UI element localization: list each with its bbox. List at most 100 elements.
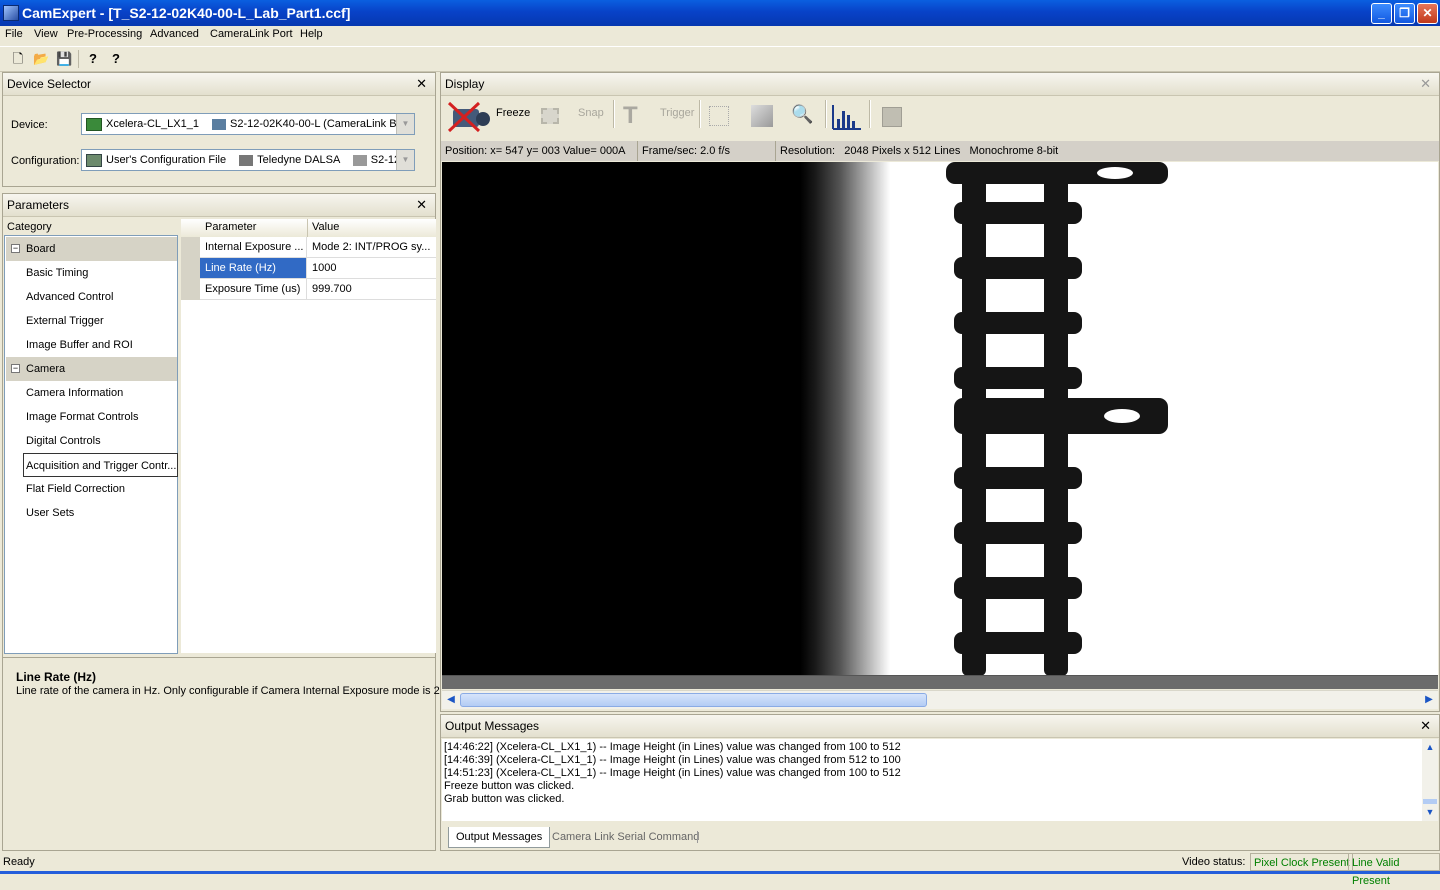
- image-view[interactable]: [442, 162, 1438, 676]
- category-camera[interactable]: − Camera: [6, 357, 177, 381]
- category-board[interactable]: − Board: [6, 237, 177, 261]
- menu-pre-processing[interactable]: Pre-Processing: [67, 28, 142, 40]
- log-line: Grab button was clicked.: [444, 793, 565, 805]
- toolbar-separator: [825, 100, 827, 128]
- tab-output-messages[interactable]: Output Messages: [448, 827, 551, 848]
- stop-icon[interactable]: [882, 107, 902, 127]
- pixel-clock-status: Pixel Clock Present: [1250, 853, 1354, 871]
- row-gutter: [181, 237, 200, 258]
- open-icon[interactable]: 📂: [33, 51, 49, 67]
- category-label: Advanced Control: [26, 291, 114, 303]
- output-log[interactable]: [14:46:22] (Xcelera-CL_LX1_1) -- Image H…: [442, 739, 1438, 821]
- new-icon[interactable]: 🗋: [10, 51, 26, 67]
- close-icon[interactable]: ✕: [416, 198, 427, 211]
- snap-button[interactable]: Snap: [578, 107, 604, 119]
- window-title: CamExpert - [T_S2-12-02K40-00-L_Lab_Part…: [22, 5, 351, 21]
- image-unused-area: [442, 676, 1438, 689]
- close-icon[interactable]: ✕: [1420, 719, 1431, 732]
- tab-camera-link-serial-command[interactable]: Camera Link Serial Command: [552, 827, 699, 847]
- scroll-down-icon[interactable]: ▼: [1423, 805, 1437, 819]
- category-acquisition-trigger[interactable]: Acquisition and Trigger Contr...: [23, 453, 178, 477]
- title-bar: CamExpert - [T_S2-12-02K40-00-L_Lab_Part…: [0, 0, 1440, 26]
- context-help-icon[interactable]: ?: [108, 51, 124, 67]
- toolbar-separator: [613, 100, 615, 128]
- config-file-icon: [86, 153, 102, 167]
- category-label: Image Format Controls: [26, 411, 139, 423]
- category-basic-timing[interactable]: Basic Timing: [6, 261, 177, 285]
- device-board: Xcelera-CL_LX1_1: [106, 118, 199, 130]
- scroll-up-icon[interactable]: ▲: [1423, 740, 1437, 754]
- grid-row-internal-exposure[interactable]: Internal Exposure ... Mode 2: INT/PROG sy…: [181, 237, 436, 258]
- close-button[interactable]: ✕: [1417, 3, 1438, 24]
- save-icon[interactable]: 💾: [56, 51, 72, 67]
- output-tabs: Output Messages Camera Link Serial Comma…: [441, 825, 1439, 850]
- device-camera: S2-12-02K40-00-L (CameraLink Ba: [230, 118, 403, 130]
- category-list: − Board Basic Timing Advanced Control Ext…: [4, 235, 178, 654]
- param-value[interactable]: Mode 2: INT/PROG sy...: [308, 237, 435, 257]
- category-label: Board: [26, 243, 56, 255]
- log-line: [14:46:39] (Xcelera-CL_LX1_1) -- Image H…: [444, 754, 901, 766]
- param-name: Internal Exposure ...: [200, 237, 307, 257]
- scroll-thumb[interactable]: [1423, 799, 1437, 804]
- snap-icon[interactable]: [541, 108, 559, 124]
- device-combo[interactable]: Xcelera-CL_LX1_1 S2-12-02K40-00-L (Camer…: [81, 113, 415, 135]
- value-header: Value: [312, 221, 340, 233]
- status-ready: Ready: [3, 856, 35, 868]
- fit-to-screen-icon[interactable]: [709, 106, 729, 126]
- category-external-trigger[interactable]: External Trigger: [6, 309, 177, 333]
- output-title: Output Messages: [445, 719, 540, 733]
- category-label: Image Buffer and ROI: [26, 339, 133, 351]
- scroll-right-icon[interactable]: ▶: [1422, 693, 1436, 707]
- category-advanced-control[interactable]: Advanced Control: [6, 285, 177, 309]
- position-readout: Position: x= 547 y= 003 Value= 000A: [441, 141, 638, 161]
- collapse-icon[interactable]: −: [11, 244, 20, 253]
- vertical-scrollbar[interactable]: ▲ ▼: [1422, 739, 1438, 821]
- close-icon[interactable]: ✕: [1420, 77, 1431, 90]
- resolution-readout: Resolution: 2048 Pixels x 512 Lines Mono…: [780, 145, 1059, 157]
- close-icon[interactable]: ✕: [416, 77, 427, 90]
- framerate-readout: Frame/sec: 2.0 f/s: [638, 141, 776, 161]
- camera-icon: [212, 118, 227, 130]
- restore-button[interactable]: ❐: [1394, 3, 1415, 24]
- scroll-thumb[interactable]: [460, 693, 927, 707]
- log-line: [14:51:23] (Xcelera-CL_LX1_1) -- Image H…: [444, 767, 901, 779]
- category-digital-controls[interactable]: Digital Controls: [6, 429, 177, 453]
- category-camera-information[interactable]: Camera Information: [6, 381, 177, 405]
- category-flat-field-correction[interactable]: Flat Field Correction: [6, 477, 177, 501]
- zoom-icon[interactable]: 🔍: [791, 104, 813, 125]
- category-image-format-controls[interactable]: Image Format Controls: [6, 405, 177, 429]
- param-value[interactable]: 1000: [308, 258, 435, 278]
- param-name: Exposure Time (us): [200, 279, 307, 299]
- chevron-down-icon[interactable]: ▼: [396, 114, 414, 134]
- param-value[interactable]: 999.700: [308, 279, 435, 299]
- camera-icon: [239, 154, 254, 166]
- menu-cameralink-port[interactable]: CameraLink Port: [210, 28, 293, 40]
- image-icon[interactable]: [751, 105, 773, 127]
- trigger-button[interactable]: Trigger: [660, 107, 694, 119]
- toolbar-separator: [699, 100, 701, 128]
- category-image-buffer-roi[interactable]: Image Buffer and ROI: [6, 333, 177, 357]
- scroll-left-icon[interactable]: ◀: [444, 693, 458, 707]
- grid-row-line-rate[interactable]: Line Rate (Hz) 1000: [181, 258, 436, 279]
- minimize-button[interactable]: _: [1371, 3, 1392, 24]
- device-selector-panel: Device Selector ✕ Device: Xcelera-CL_LX1…: [2, 72, 436, 187]
- collapse-icon[interactable]: −: [11, 364, 20, 373]
- chevron-down-icon[interactable]: ▼: [396, 150, 414, 170]
- menu-help[interactable]: Help: [300, 28, 323, 40]
- horizontal-scrollbar[interactable]: ◀ ▶: [442, 690, 1438, 709]
- grid-row-exposure-time[interactable]: Exposure Time (us) 999.700: [181, 279, 436, 300]
- menu-advanced[interactable]: Advanced: [150, 28, 199, 40]
- menu-view[interactable]: View: [34, 28, 58, 40]
- histogram-icon[interactable]: [831, 103, 863, 131]
- help-icon[interactable]: ?: [85, 51, 101, 67]
- configuration-combo[interactable]: User's Configuration File Teledyne DALSA…: [81, 149, 415, 171]
- menu-file[interactable]: File: [5, 28, 23, 40]
- freeze-button[interactable]: Freeze: [496, 107, 530, 119]
- category-user-sets[interactable]: User Sets: [6, 501, 177, 525]
- toolbar-separator: [869, 100, 871, 128]
- freeze-icon[interactable]: [447, 101, 491, 133]
- category-label: Camera Information: [26, 387, 124, 399]
- trigger-icon[interactable]: T: [623, 103, 638, 129]
- parameter-grid-header: Parameter Value: [181, 219, 436, 238]
- line-valid-status: Line Valid Present: [1348, 853, 1440, 887]
